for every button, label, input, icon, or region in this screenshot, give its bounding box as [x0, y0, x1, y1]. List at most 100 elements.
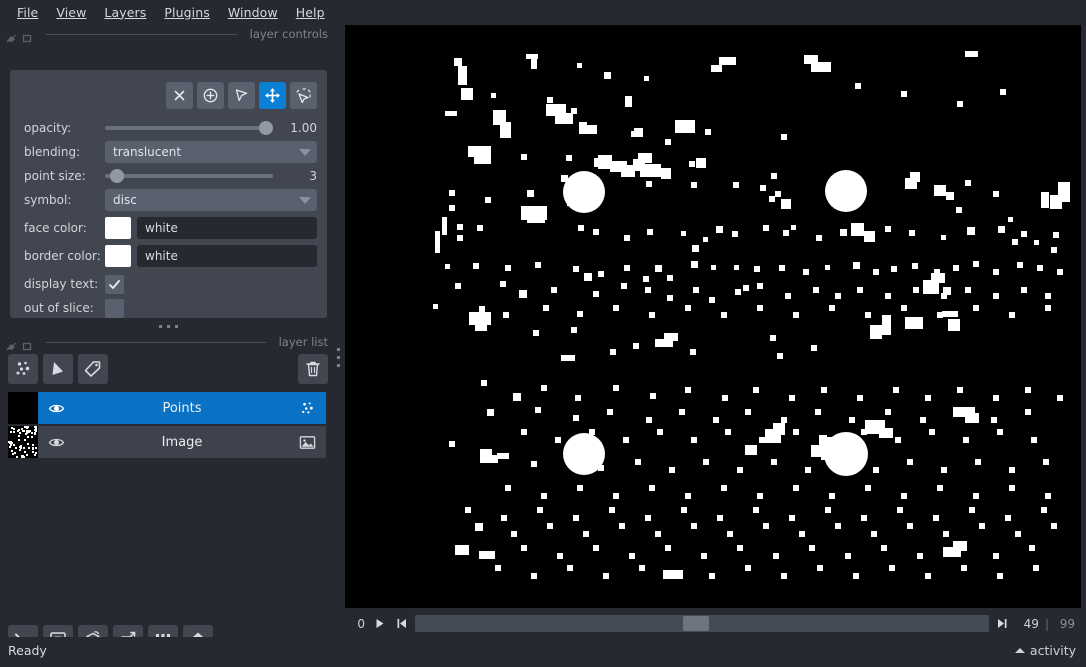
noise-blob	[853, 262, 860, 269]
new-shapes-button[interactable]	[43, 354, 73, 384]
noise-blob	[953, 265, 959, 271]
play-button[interactable]	[371, 616, 387, 632]
thumbnail-pixel	[13, 444, 15, 446]
add-points-button[interactable]	[197, 82, 224, 109]
noise-blob	[613, 493, 619, 499]
delete-layer-button[interactable]	[298, 354, 328, 384]
point-size-slider-handle[interactable]	[109, 169, 124, 183]
layer-thumbnail-image	[8, 426, 38, 458]
activity-label: activity	[1029, 643, 1076, 658]
activity-button[interactable]: activity	[1014, 643, 1076, 658]
menu-help[interactable]: Help	[287, 3, 334, 22]
opacity-slider[interactable]	[105, 120, 273, 136]
select-points-button[interactable]	[228, 82, 255, 109]
thumbnail-pixel	[23, 456, 25, 458]
menu-window[interactable]: Window	[219, 3, 287, 22]
noise-blob	[613, 305, 619, 311]
noise-blob	[816, 235, 822, 241]
noise-blob	[685, 305, 691, 311]
step-to-start-button[interactable]	[393, 616, 409, 632]
noise-blob	[997, 429, 1003, 435]
noise-blob	[547, 523, 553, 529]
noise-blob	[575, 395, 581, 401]
noise-blob	[475, 318, 487, 331]
delete-selected-points-button[interactable]	[166, 82, 193, 109]
close-dock-icon[interactable]	[22, 29, 33, 42]
noise-blob	[891, 266, 897, 272]
noise-blob	[613, 385, 619, 391]
noise-blob	[655, 531, 661, 537]
noise-blob	[811, 62, 831, 72]
noise-blob	[505, 485, 511, 491]
noise-blob	[732, 231, 738, 237]
dock-splitter-vertical[interactable]	[333, 344, 343, 370]
thumbnail-pixel	[26, 454, 28, 456]
opacity-slider-handle[interactable]	[259, 121, 273, 135]
new-points-button[interactable]	[8, 354, 38, 384]
border-color-field[interactable]: white	[137, 245, 317, 267]
pan-zoom-button[interactable]	[259, 82, 286, 109]
noise-blob	[465, 507, 471, 513]
viewer-canvas[interactable]	[345, 25, 1081, 608]
point-marker[interactable]	[563, 433, 605, 475]
blending-row: blending: translucent	[10, 140, 327, 164]
chevron-down-icon	[299, 196, 311, 204]
blending-select[interactable]: translucent	[105, 141, 317, 163]
noise-blob	[501, 515, 507, 521]
dimension-slider[interactable]	[415, 615, 989, 632]
display-text-checkbox[interactable]	[105, 274, 124, 294]
close-dock-icon[interactable]	[22, 337, 33, 350]
new-labels-button[interactable]	[78, 354, 108, 384]
blending-label: blending:	[24, 145, 81, 159]
image-icon	[299, 435, 316, 449]
layer-row-points[interactable]: Points	[8, 392, 326, 424]
face-color-field[interactable]: white	[137, 217, 317, 239]
noise-blob	[573, 266, 579, 272]
symbol-row: symbol: disc	[10, 188, 327, 212]
noise-blob	[555, 113, 573, 124]
face-color-swatch[interactable]	[105, 217, 131, 239]
layer-row-body[interactable]: Image	[38, 426, 326, 458]
menu-view[interactable]: View	[47, 3, 95, 22]
float-dock-icon[interactable]	[6, 29, 17, 42]
noise-blob	[998, 226, 1005, 233]
symbol-select[interactable]: disc	[105, 189, 317, 211]
noise-blob	[541, 493, 547, 499]
noise-blob	[1009, 485, 1015, 491]
menu-file[interactable]: File	[8, 3, 47, 22]
dimension-slider-handle[interactable]	[683, 616, 710, 631]
menu-layers[interactable]: Layers	[95, 3, 155, 22]
shapes-icon	[52, 362, 63, 375]
noise-blob	[941, 467, 947, 473]
dimension-separator: |	[1044, 616, 1049, 631]
splitter-dot	[166, 324, 170, 328]
float-dock-icon[interactable]	[6, 337, 17, 350]
layer-row-body[interactable]: Points	[38, 392, 326, 424]
noise-blob	[691, 261, 698, 268]
noise-blob	[1051, 247, 1057, 253]
noise-blob	[821, 387, 827, 393]
menu-plugins[interactable]: Plugins	[155, 3, 218, 22]
visibility-toggle-image[interactable]	[48, 434, 65, 451]
dock-splitter-horizontal[interactable]	[0, 320, 336, 332]
point-marker[interactable]	[824, 432, 868, 476]
noise-blob	[643, 276, 649, 282]
noise-blob	[689, 161, 695, 167]
face-color-row: face color: white	[10, 216, 327, 240]
face-color-label: face color:	[24, 221, 87, 235]
point-marker[interactable]	[563, 171, 605, 213]
point-size-slider[interactable]	[105, 168, 273, 184]
transform-button[interactable]	[290, 82, 317, 109]
out-of-slice-checkbox[interactable]	[105, 298, 124, 318]
layer-row-image[interactable]: Image	[8, 426, 326, 458]
noise-blob	[931, 273, 945, 283]
thumbnail-pixel	[16, 456, 18, 458]
visibility-toggle-points[interactable]	[48, 400, 65, 417]
noise-blob	[934, 185, 946, 196]
point-marker[interactable]	[825, 170, 867, 212]
noise-blob	[965, 51, 978, 57]
noise-blob	[561, 355, 575, 361]
step-to-end-button[interactable]	[995, 616, 1011, 632]
border-color-swatch[interactable]	[105, 245, 131, 267]
noise-blob	[745, 445, 757, 455]
